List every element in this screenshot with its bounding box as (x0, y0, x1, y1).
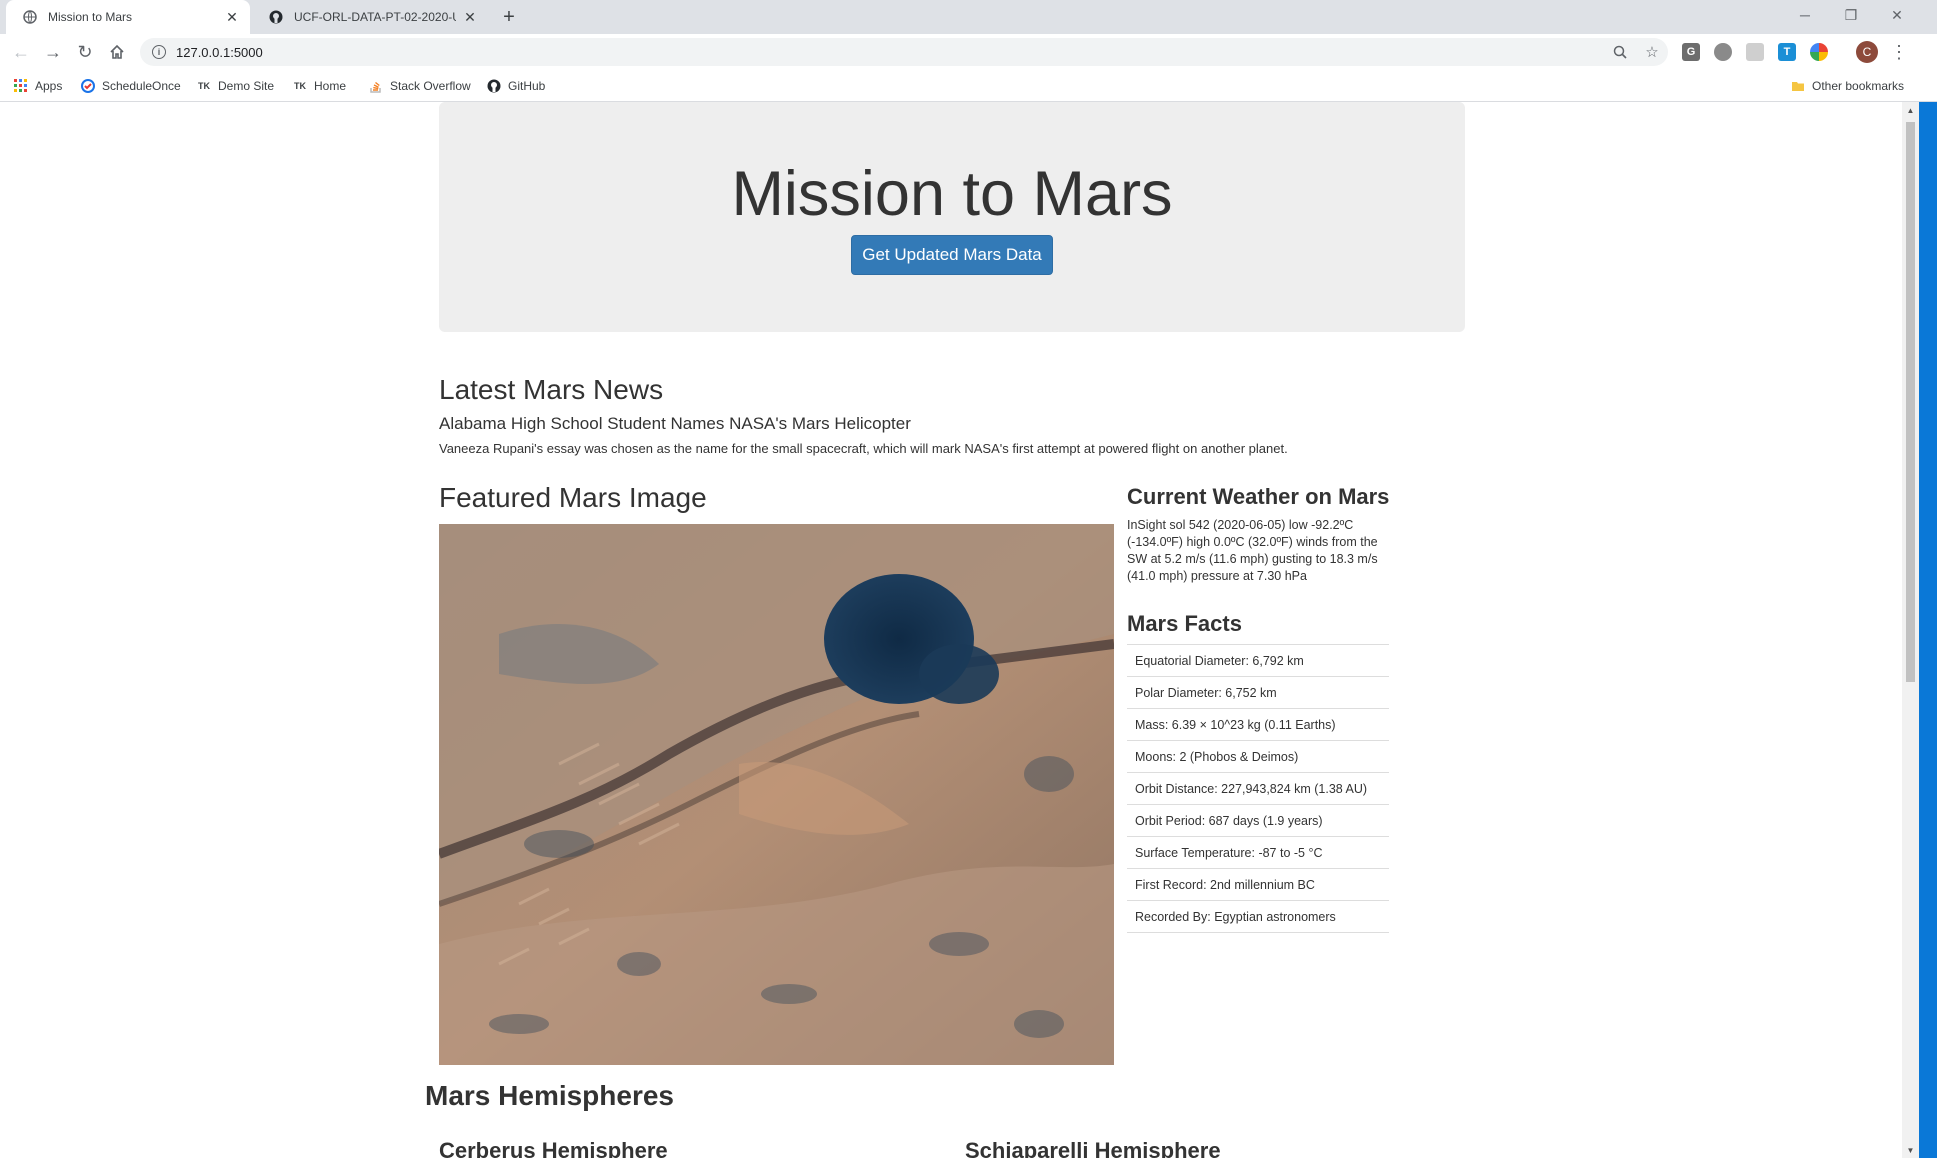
table-row: Polar Diameter: 6,752 km (1127, 676, 1389, 709)
extension-g-icon[interactable]: G (1682, 43, 1700, 61)
tab-title: Mission to Mars (48, 10, 133, 24)
fact-cell: Orbit Period: 687 days (1.9 years) (1127, 804, 1389, 837)
scheduleonce-icon (80, 78, 96, 94)
table-row: Orbit Period: 687 days (1.9 years) (1127, 804, 1389, 837)
hemispheres-heading: Mars Hemispheres (425, 1080, 675, 1111)
extension-circle-icon[interactable] (1714, 43, 1732, 61)
bookmark-home[interactable]: TK Home (292, 77, 346, 95)
zoom-icon[interactable] (1610, 42, 1630, 62)
bookmarks-bar: Apps ScheduleOnce TK Demo Site TK Home S… (0, 70, 1937, 102)
featured-image-heading: Featured Mars Image (439, 482, 707, 513)
minimize-icon[interactable]: ─ (1782, 0, 1828, 30)
scrollbar-thumb[interactable] (1906, 122, 1915, 682)
address-bar[interactable]: i 127.0.0.1:5000 (140, 38, 1668, 66)
facts-table: Equatorial Diameter: 6,792 km Polar Diam… (1127, 644, 1389, 933)
tk-logo-icon: TK (198, 81, 210, 91)
tk-logo-icon: TK (294, 81, 306, 91)
table-row: First Record: 2nd millennium BC (1127, 868, 1389, 901)
forward-icon[interactable]: → (40, 39, 66, 65)
back-icon[interactable]: ← (8, 39, 34, 65)
extension-puzzle-icon[interactable] (1746, 43, 1764, 61)
scroll-up-arrow-icon[interactable]: ▲ (1906, 105, 1915, 115)
profile-avatar[interactable]: C (1856, 41, 1878, 63)
github-icon (268, 9, 284, 25)
jumbotron: Mission to Mars Get Updated Mars Data (439, 102, 1465, 332)
bookmark-label: GitHub (508, 79, 546, 93)
facts-heading: Mars Facts (1127, 611, 1242, 636)
close-window-icon[interactable]: ✕ (1874, 0, 1920, 30)
fact-cell: Equatorial Diameter: 6,792 km (1127, 644, 1389, 677)
hemisphere-title: Cerberus Hemisphere (439, 1138, 668, 1158)
featured-mars-image (439, 524, 1114, 1065)
bookmark-stack-overflow[interactable]: Stack Overflow (368, 77, 471, 95)
table-row: Orbit Distance: 227,943,824 km (1.38 AU) (1127, 772, 1389, 805)
fact-cell: Moons: 2 (Phobos & Deimos) (1127, 740, 1389, 773)
scroll-down-arrow-icon[interactable]: ▼ (1906, 1145, 1915, 1155)
tab-github-repo[interactable]: UCF-ORL-DATA-PT-02-2020-U-C ✕ (252, 0, 488, 34)
info-icon[interactable]: i (152, 45, 166, 59)
apps-grid-icon (13, 78, 29, 94)
reload-icon[interactable]: ↻ (72, 39, 98, 65)
close-tab-icon[interactable]: ✕ (462, 9, 478, 25)
fact-cell: Polar Diameter: 6,752 km (1127, 676, 1389, 709)
home-icon[interactable] (104, 39, 130, 65)
bookmark-apps[interactable]: Apps (13, 77, 62, 95)
get-updated-data-button[interactable]: Get Updated Mars Data (851, 235, 1053, 275)
hemisphere-title: Schiaparelli Hemisphere (965, 1138, 1221, 1158)
more-menu-icon[interactable]: ⋮ (1888, 40, 1910, 64)
table-row: Surface Temperature: -87 to -5 °C (1127, 836, 1389, 869)
bookmark-other[interactable]: Other bookmarks (1790, 77, 1904, 95)
news-heading: Latest Mars News (439, 374, 664, 405)
page-title: Mission to Mars (731, 159, 1173, 229)
bookmark-label: Apps (35, 79, 63, 93)
fact-cell: Orbit Distance: 227,943,824 km (1.38 AU) (1127, 772, 1389, 805)
new-tab-button[interactable]: + (498, 6, 520, 28)
folder-icon (1790, 78, 1806, 94)
fact-cell: First Record: 2nd millennium BC (1127, 868, 1389, 901)
bookmark-scheduleonce[interactable]: ScheduleOnce (80, 77, 181, 95)
bookmark-label: ScheduleOnce (102, 79, 181, 93)
bookmark-label: Demo Site (218, 79, 275, 93)
vertical-scrollbar[interactable]: ▲ ▼ (1902, 102, 1919, 1158)
bookmark-label: Home (314, 79, 347, 93)
table-row: Recorded By: Egyptian astronomers (1127, 900, 1389, 933)
news-title: Alabama High School Student Names NASA's… (439, 414, 911, 433)
fact-cell: Surface Temperature: -87 to -5 °C (1127, 836, 1389, 869)
bookmark-label: Other bookmarks (1812, 79, 1905, 93)
bookmark-github[interactable]: GitHub (486, 77, 545, 95)
table-row: Mass: 6.39 × 10^23 kg (0.11 Earths) (1127, 708, 1389, 741)
globe-icon (22, 9, 38, 25)
url-text: 127.0.0.1:5000 (176, 44, 263, 60)
fact-cell: Recorded By: Egyptian astronomers (1127, 900, 1389, 933)
weather-heading: Current Weather on Mars (1127, 484, 1390, 509)
desktop-background-strip (1919, 102, 1937, 1158)
page-viewport: Mission to Mars Get Updated Mars Data La… (0, 102, 1902, 1158)
table-row: Equatorial Diameter: 6,792 km (1127, 644, 1389, 677)
extension-color-icon[interactable] (1810, 43, 1828, 61)
table-row: Moons: 2 (Phobos & Deimos) (1127, 740, 1389, 773)
bookmark-demo-site[interactable]: TK Demo Site (196, 77, 274, 95)
github-icon (486, 78, 502, 94)
star-icon[interactable]: ☆ (1642, 42, 1662, 62)
browser-chrome: Mission to Mars ✕ UCF-ORL-DATA-PT-02-202… (0, 0, 1937, 102)
tab-strip: Mission to Mars ✕ UCF-ORL-DATA-PT-02-202… (0, 0, 1937, 34)
restore-icon[interactable]: ❐ (1828, 0, 1874, 30)
stack-overflow-icon (368, 78, 384, 94)
weather-text: InSight sol 542 (2020-06-05) low -92.2ºC… (1127, 518, 1378, 583)
extension-t-icon[interactable]: T (1778, 43, 1796, 61)
close-tab-icon[interactable]: ✕ (224, 9, 240, 25)
news-paragraph: Vaneeza Rupani's essay was chosen as the… (439, 441, 1288, 456)
browser-toolbar: ← → ↻ i 127.0.0.1:5000 ☆ G T C ⋮ (0, 34, 1937, 70)
fact-cell: Mass: 6.39 × 10^23 kg (0.11 Earths) (1127, 708, 1389, 741)
bookmark-label: Stack Overflow (390, 79, 471, 93)
tab-mission-to-mars[interactable]: Mission to Mars ✕ (6, 0, 250, 34)
tab-title: UCF-ORL-DATA-PT-02-2020-U-C (294, 10, 456, 24)
